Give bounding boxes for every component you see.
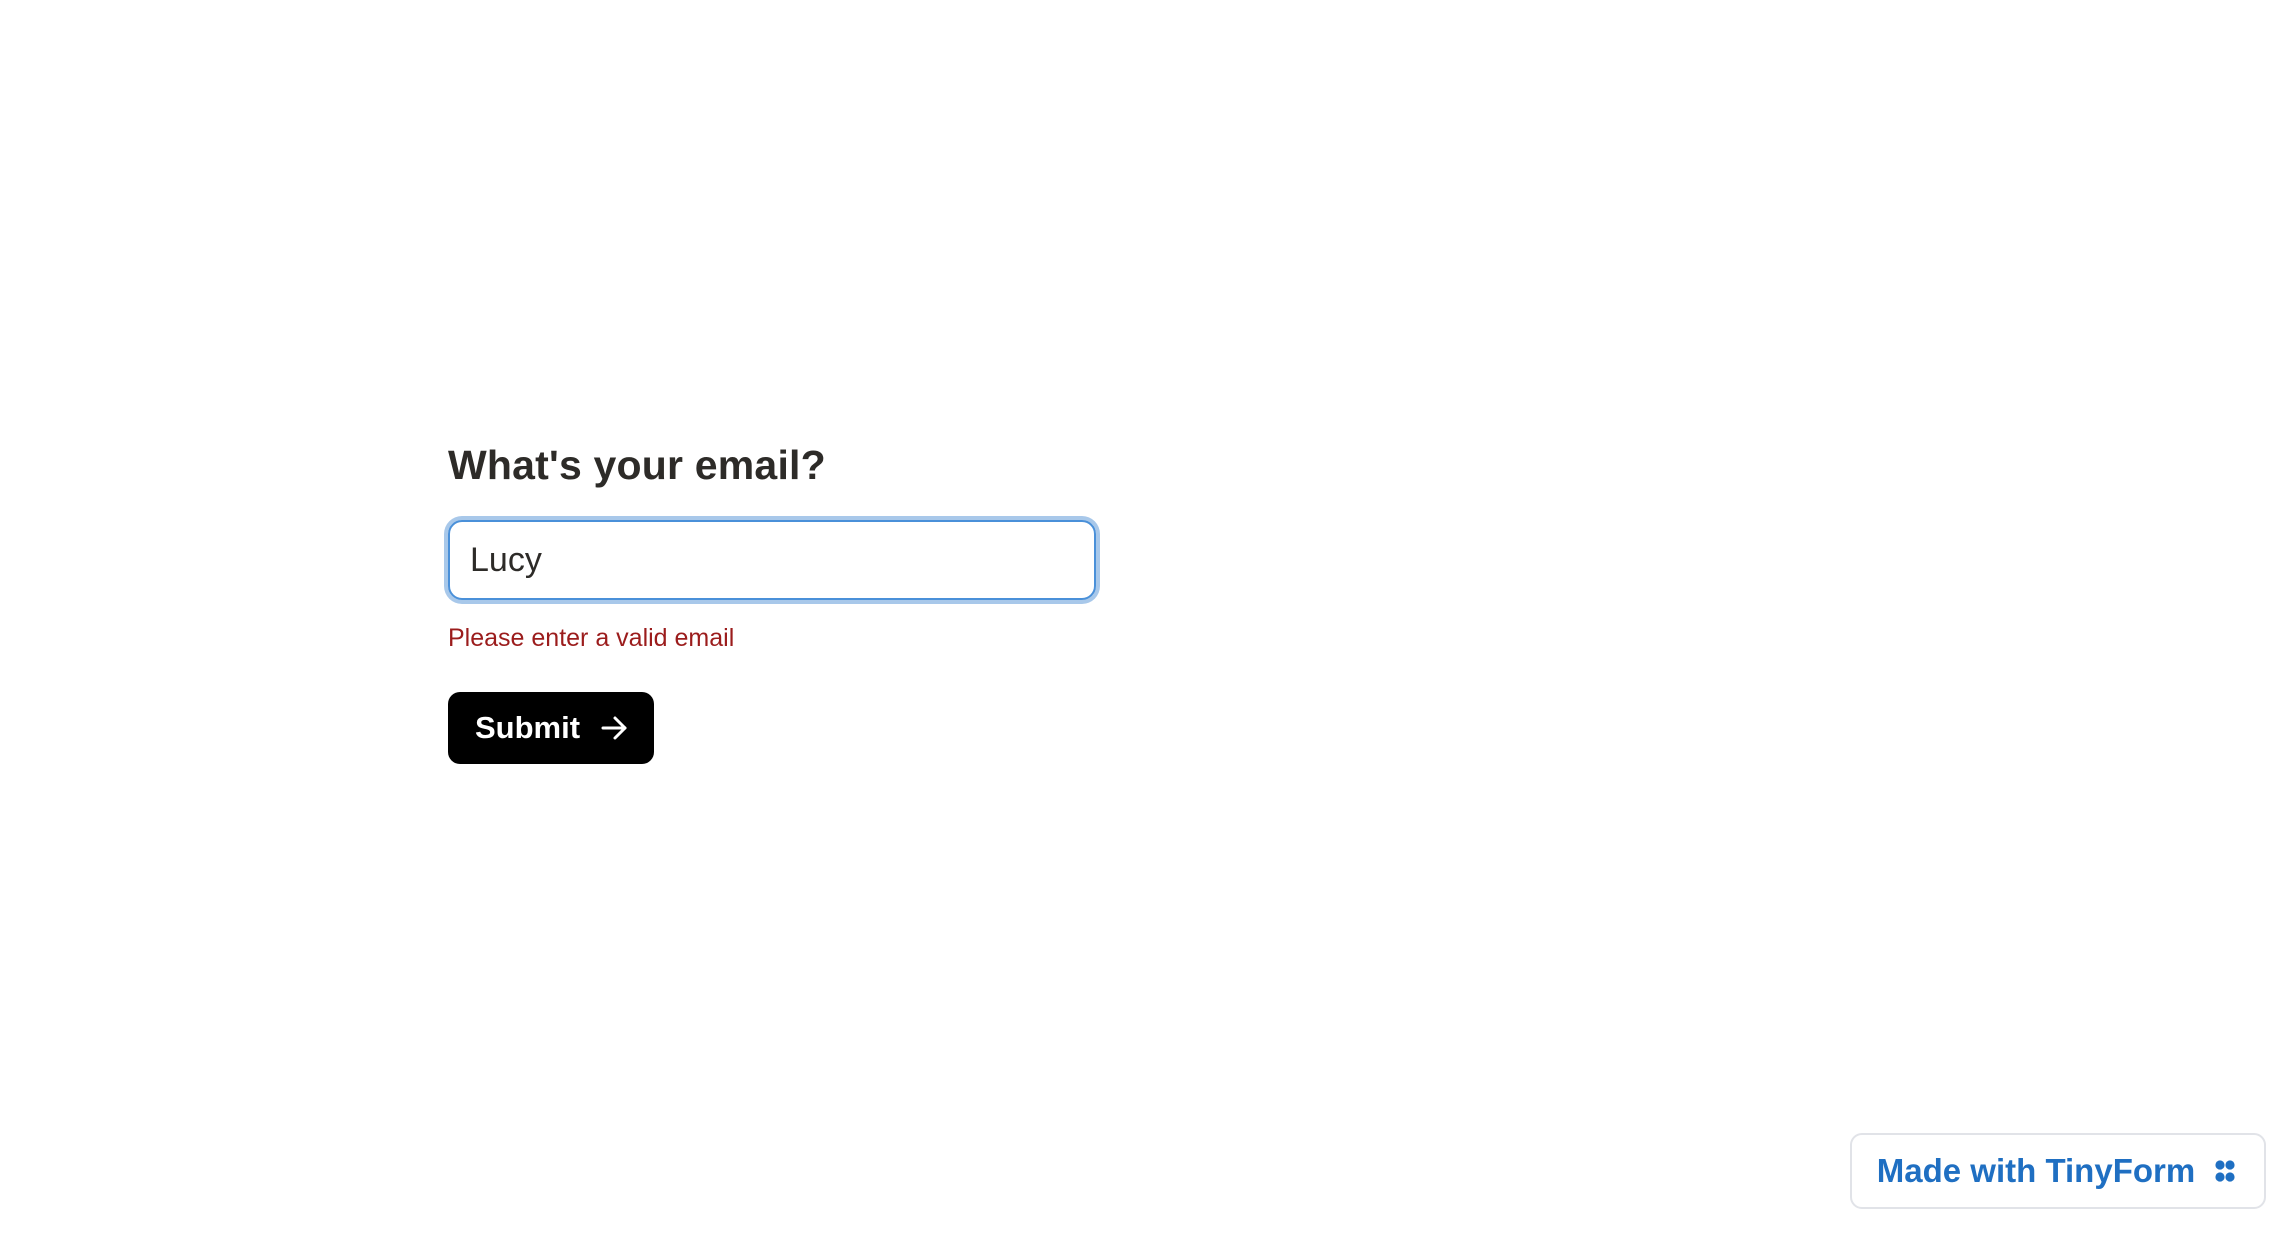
tinyform-logo-icon (2211, 1157, 2239, 1185)
submit-button-label: Submit (475, 710, 581, 745)
email-error-message: Please enter a valid email (448, 624, 735, 652)
made-with-tinyform-badge[interactable]: Made with TinyForm (1850, 1133, 2266, 1209)
submit-button[interactable]: Submit (448, 692, 655, 764)
badge-label: Made with TinyForm (1876, 1152, 2196, 1189)
page: What's your email? Please enter a valid … (0, 0, 2292, 1240)
email-form: What's your email? Please enter a valid … (448, 436, 1100, 764)
email-field-wrapper (448, 520, 1096, 600)
email-input[interactable] (448, 520, 1096, 600)
question-title: What's your email? (448, 442, 826, 488)
arrow-right-icon (600, 714, 628, 742)
